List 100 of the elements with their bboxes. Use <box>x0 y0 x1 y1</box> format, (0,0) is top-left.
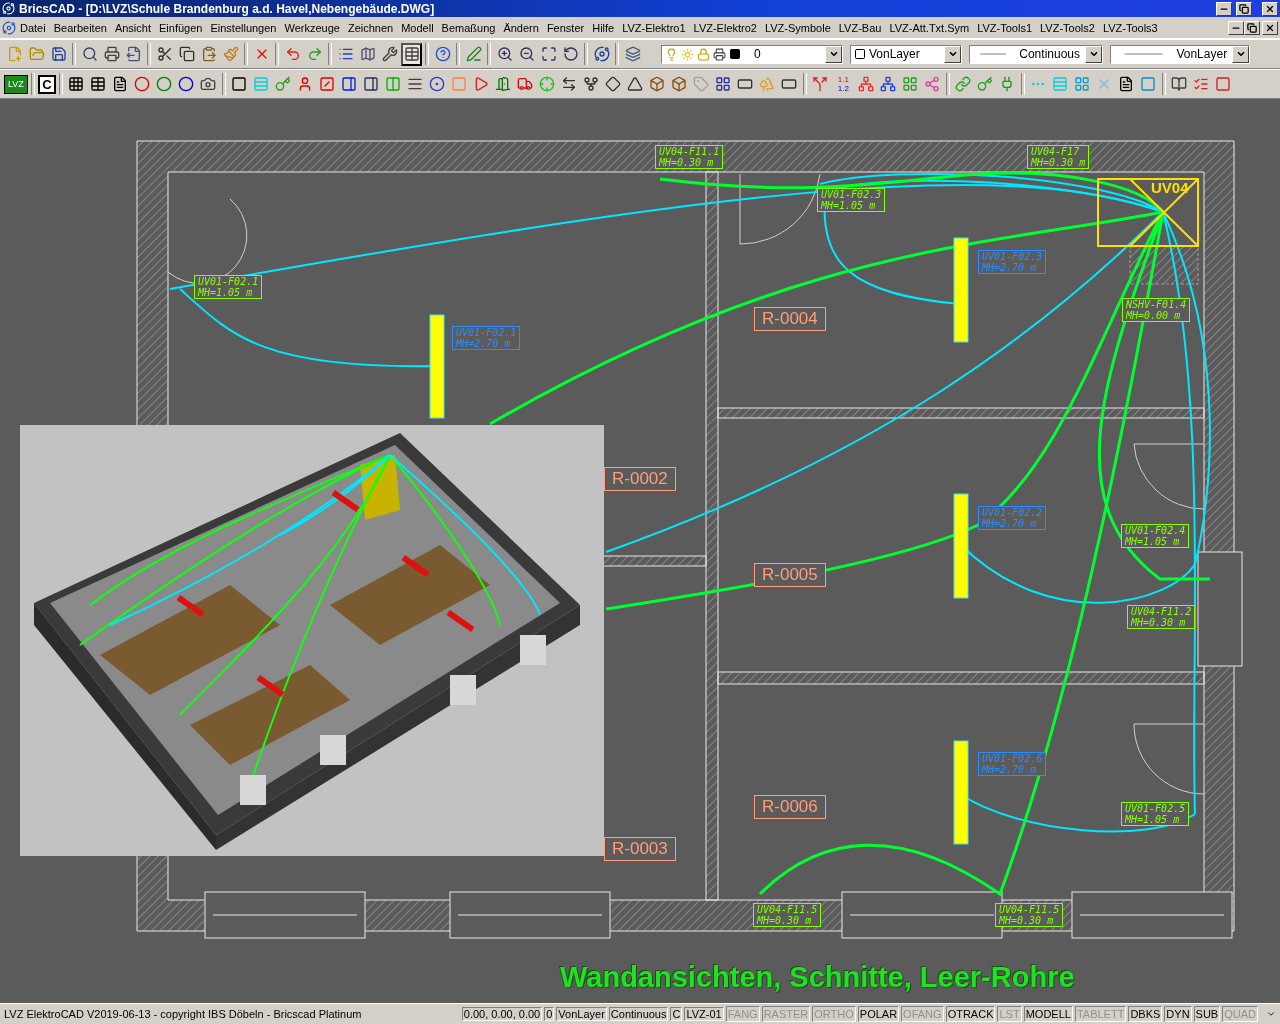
light-fixture-icon <box>953 493 969 599</box>
lightbulb-icon <box>665 47 678 61</box>
menu-item[interactable]: Zeichnen <box>343 21 398 34</box>
status-toggle[interactable]: DYN <box>1164 1006 1192 1022</box>
search-icon <box>81 46 98 62</box>
table-icon <box>403 46 420 62</box>
annotation-label: UV04-F17 MH=0.30 m <box>1027 145 1090 169</box>
annotation-label: UV04-F11.2 MH=0.30 m <box>1127 605 1196 629</box>
status-toggle[interactable]: MODELL <box>1023 1006 1073 1022</box>
lines-icon <box>407 76 424 92</box>
room-label: R-0006 <box>754 795 826 819</box>
minimize-button[interactable] <box>1216 1 1232 16</box>
menu-item[interactable]: LVZ-Tools1 <box>973 21 1037 34</box>
app-icon <box>2 2 15 15</box>
paste-icon <box>200 46 217 62</box>
minimize-button[interactable] <box>1228 20 1244 35</box>
columns-icon <box>385 76 402 92</box>
open-folder-icon <box>28 46 45 62</box>
menu-item[interactable]: LVZ-Bau <box>834 21 886 34</box>
distribution-box-icon <box>1097 178 1199 247</box>
printer-icon <box>103 46 120 62</box>
annotation-label: UV01-F02.3 MH=1.05 m <box>817 188 886 212</box>
document-icon <box>2 20 16 35</box>
status-field: C <box>670 1007 683 1021</box>
zoom-extents-icon <box>540 46 557 62</box>
close-icon <box>1265 3 1275 14</box>
status-toggle[interactable]: DBKS <box>1128 1006 1163 1022</box>
restore-icon <box>1247 22 1257 33</box>
status-field: VonLayer <box>556 1007 607 1021</box>
box-icon <box>671 76 688 92</box>
logo-button[interactable]: LVZ <box>4 74 28 94</box>
menu-item[interactable]: Datei <box>16 21 50 34</box>
slashed-square-icon <box>319 76 336 92</box>
menu-item[interactable]: LVZ-Elektro1 <box>618 21 690 34</box>
tag-icon <box>693 76 710 92</box>
status-toggle[interactable]: OTRACK <box>945 1006 996 1022</box>
close-button[interactable] <box>1262 20 1278 35</box>
room-label: R-0005 <box>754 563 826 587</box>
close-icon <box>1265 22 1275 33</box>
menu-item[interactable]: Bemaßung <box>437 21 500 34</box>
drawing-canvas[interactable] <box>0 99 1280 1003</box>
layer-dropdown[interactable]: 0 <box>661 44 843 64</box>
close-button[interactable] <box>1262 1 1278 16</box>
status-field: 0 <box>544 1007 555 1021</box>
table-icon <box>90 76 107 92</box>
menu-item[interactable]: Modell <box>397 21 438 34</box>
book-icon <box>1171 76 1188 92</box>
play-icon <box>473 76 490 92</box>
caret-icon <box>828 49 839 59</box>
dropdown-button[interactable] <box>1232 45 1249 63</box>
printer-icon <box>713 47 726 61</box>
network-icon <box>880 76 897 92</box>
status-toggle[interactable]: POLAR <box>857 1006 900 1022</box>
rectangle-icon <box>781 76 798 92</box>
menu-item[interactable]: LVZ-Tools2 <box>1036 21 1099 34</box>
dot-grid-icon <box>715 76 732 92</box>
window-title: BricsCAD - [D:\LVZ\Schule Brandenburg a.d. Havel,Nebengebäude.DWG] <box>19 1 436 16</box>
color-swatch-icon <box>729 48 741 60</box>
arrows-icon <box>561 76 578 92</box>
menu-item[interactable]: Einfügen <box>155 21 207 34</box>
numbering-button[interactable]: 1.1 1.2 <box>831 72 855 96</box>
wrench-icon <box>381 46 398 62</box>
lineweight-dropdown[interactable]: VonLayer <box>1110 44 1250 64</box>
menu-item[interactable]: LVZ-Att.Txt.Sym <box>885 21 974 34</box>
menu-item[interactable]: LVZ-Elektro2 <box>689 21 761 34</box>
rows-icon <box>1052 76 1069 92</box>
color-dropdown[interactable]: VonLayer <box>850 44 962 64</box>
undo-icon <box>284 46 301 62</box>
menu-item[interactable]: LVZ-Tools3 <box>1098 21 1162 34</box>
menu-item[interactable]: Fenster <box>542 21 589 34</box>
light-fixture-icon <box>953 740 969 845</box>
table-button[interactable] <box>401 42 422 66</box>
linetype-dropdown[interactable]: Continuous <box>969 44 1103 64</box>
list-icon <box>1193 76 1210 92</box>
annotation-label: UV01-F02.4 MH=1.05 m <box>1121 524 1190 548</box>
restore-button[interactable] <box>1244 20 1260 35</box>
menu-item[interactable]: Ansicht <box>110 21 155 34</box>
grid-icon <box>68 76 85 92</box>
circles-icon <box>156 76 173 92</box>
dropdown-button[interactable] <box>825 45 842 63</box>
annotation-label: UV01-F02.6 MH=2.70 m <box>978 752 1047 776</box>
c-button[interactable]: C <box>37 74 56 94</box>
menu-item[interactable]: Einstellungen <box>206 21 281 34</box>
restore-icon <box>1239 3 1249 14</box>
restore-button[interactable] <box>1236 1 1252 16</box>
camera-icon <box>200 76 217 92</box>
status-field: LVZ-01 <box>684 1007 724 1021</box>
status-field: 0.00, 0.00, 0.00 <box>461 1007 543 1021</box>
menu-item[interactable]: Ändern <box>499 21 543 34</box>
zoom-previous-icon <box>562 46 579 62</box>
dropdown-button[interactable] <box>1085 45 1102 63</box>
menu-item[interactable]: Bearbeiten <box>49 21 111 34</box>
door-icon <box>495 76 512 92</box>
key-icon <box>275 76 292 92</box>
dropdown-button[interactable] <box>944 45 961 63</box>
menu-item[interactable]: Hilfe <box>588 21 619 34</box>
annotation-label: UV01-F02.3 MH=2.70 m <box>978 250 1047 274</box>
status-toggle[interactable]: SUB <box>1193 1006 1221 1022</box>
menu-item[interactable]: LVZ-Symbole <box>760 21 835 34</box>
menu-item[interactable]: Werkzeuge <box>280 21 344 34</box>
